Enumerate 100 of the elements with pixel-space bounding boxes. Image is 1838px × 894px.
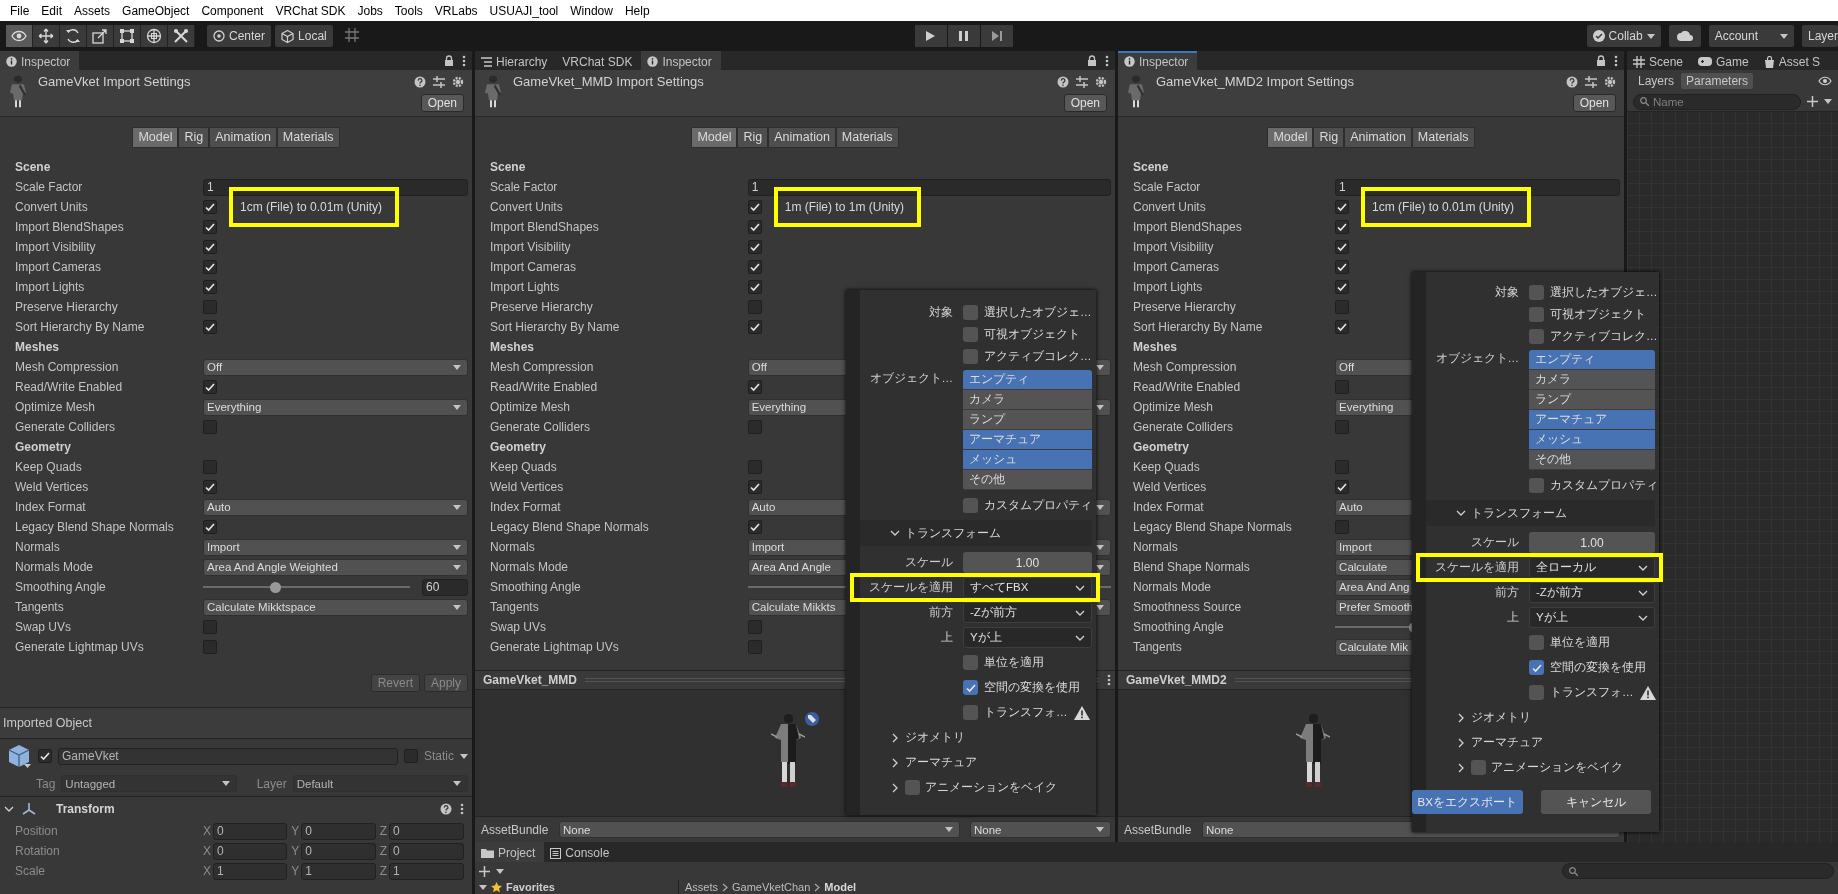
tab[interactable]: Rig [1313,126,1345,148]
tab[interactable]: Materials [835,126,899,148]
menu-item[interactable]: File [4,3,36,18]
dropdown[interactable]: 全ローカル [1529,557,1655,578]
checkbox[interactable] [963,304,978,320]
text-field[interactable]: 1 [747,178,1111,196]
open-button[interactable]: Open [1572,94,1616,112]
checkbox[interactable] [203,460,217,474]
breadcrumb-item[interactable]: GameVketChan [732,881,811,893]
menu-item[interactable]: Edit [35,3,69,18]
list-item[interactable]: カメラ [963,390,1092,410]
checkbox[interactable] [1529,477,1544,493]
menu-icon[interactable] [1107,674,1111,686]
checkbox[interactable] [404,749,418,763]
help-icon[interactable] [1566,75,1578,88]
section-header[interactable]: トランスフォーム [860,520,1092,546]
menu-item[interactable]: Jobs [351,3,389,18]
tab[interactable]: Layers [1633,73,1680,89]
number-field[interactable]: 1 [301,862,376,880]
tag-icon[interactable] [805,712,819,726]
dropdown[interactable]: Off [203,358,468,376]
checkbox[interactable] [747,420,762,434]
number-field[interactable]: 0 [389,842,464,860]
checkbox[interactable] [203,420,217,434]
checkbox[interactable] [963,348,978,364]
dropdown[interactable]: Area And Angle Weighted [203,558,468,576]
checkbox[interactable] [1529,328,1544,344]
panel-tab[interactable]: VRChat SDK [556,51,642,70]
tool-button[interactable] [87,25,114,47]
help-icon[interactable] [440,803,452,815]
section-header[interactable]: アニメーションをベイク [860,775,1092,800]
dropdown[interactable]: -Zが前方 [963,602,1092,623]
checkbox[interactable] [203,640,217,654]
checkbox[interactable] [963,655,978,670]
menu-item[interactable]: GameObject [116,3,196,18]
checkbox[interactable] [203,380,217,394]
checkbox[interactable] [747,240,762,254]
lock-icon[interactable] [1087,54,1097,67]
number-field[interactable]: 1.00 [963,552,1092,573]
menu-item[interactable]: Assets [68,3,117,18]
checkbox[interactable] [747,380,762,394]
chevron-down-icon[interactable] [4,804,14,814]
chevron-right-icon[interactable] [890,732,900,743]
section-header[interactable]: アーマチュア [860,750,1092,775]
tool-button[interactable] [114,25,141,47]
number-field[interactable]: 0 [213,822,288,840]
checkbox[interactable] [1335,420,1350,434]
help-icon[interactable] [1057,75,1069,88]
breadcrumb-item[interactable]: Assets [685,881,718,893]
menu-item[interactable]: Window [564,3,619,18]
checkbox[interactable] [1335,520,1350,534]
checkbox[interactable] [1335,240,1350,254]
panel-tab[interactable]: Scene [1627,51,1693,70]
number-field[interactable]: 1 [389,862,464,880]
number-field[interactable]: 0 [301,822,376,840]
snap-grid-icon[interactable] [344,27,359,42]
tool-button[interactable] [141,25,168,47]
checkbox[interactable] [747,520,762,534]
menu-icon[interactable] [460,803,464,815]
section-header[interactable]: アーマチュア [1426,730,1655,755]
presets-icon[interactable] [1585,75,1597,88]
menu-item[interactable]: USUAJI_tool [483,3,565,18]
checkbox[interactable] [1335,480,1350,494]
checkbox[interactable] [203,620,217,634]
checkbox[interactable] [747,620,762,634]
checkbox[interactable] [747,480,762,494]
menu-icon[interactable] [1105,54,1109,67]
checkbox[interactable] [1335,380,1350,394]
number-field[interactable]: 0 [301,842,376,860]
checkbox[interactable] [203,480,217,494]
checkbox[interactable] [1335,200,1350,214]
checkbox[interactable] [1335,460,1350,474]
cancel-button[interactable]: キャンセル [1540,790,1651,814]
list-item[interactable]: その他 [963,470,1092,490]
tool-button[interactable] [60,25,87,47]
number-field[interactable]: 0 [389,822,464,840]
checkbox[interactable] [905,780,920,795]
checkbox[interactable] [203,220,217,234]
section-header[interactable]: アニメーションをベイク [1426,755,1655,780]
dropdown[interactable]: Calculate Mikktspace [203,598,468,616]
checkbox[interactable] [203,260,217,274]
dropdown[interactable]: Everything [203,398,468,416]
checkbox[interactable] [1335,320,1350,334]
chevron-right-icon[interactable] [1456,712,1466,723]
step-button[interactable] [980,25,1013,47]
checkbox[interactable] [747,200,762,214]
plus-icon[interactable] [479,865,490,877]
panel-tab[interactable]: Game [1692,51,1758,70]
list-item[interactable]: メッシュ [963,450,1092,470]
checkbox[interactable] [1529,660,1544,675]
checkbox[interactable] [963,680,978,695]
number-field[interactable]: 0 [213,842,288,860]
menu-item[interactable]: VRLabs [428,3,484,18]
panel-tab[interactable]: Hierarchy [475,51,557,70]
list-item[interactable]: アーマチュア [1529,410,1655,430]
list-item[interactable]: エンプティ [963,370,1092,390]
menu-item[interactable]: Component [195,3,270,18]
section-header[interactable]: トランスフォーム [1426,500,1655,526]
checkbox[interactable] [747,220,762,234]
presets-icon[interactable] [433,75,445,88]
